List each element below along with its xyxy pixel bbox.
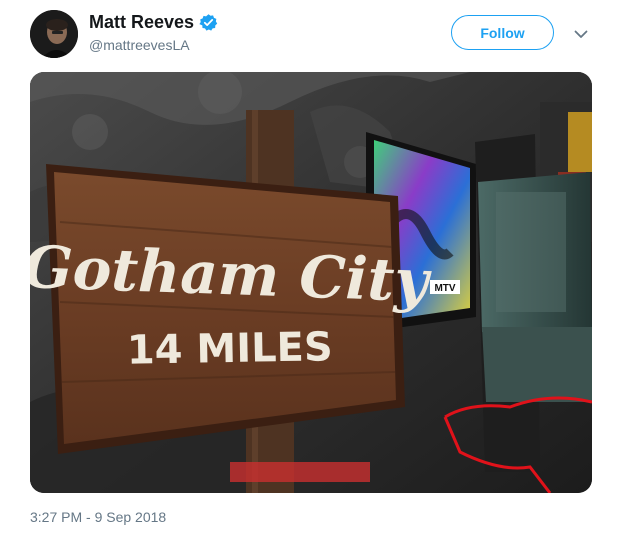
sign-title-text: Gotham City bbox=[30, 233, 434, 315]
tweet-photo[interactable]: MTV Gotham City 14 MILES bbox=[30, 72, 592, 493]
follow-button[interactable]: Follow bbox=[451, 15, 554, 50]
verified-badge-icon bbox=[199, 13, 218, 32]
name-row: Matt Reeves bbox=[89, 12, 218, 33]
tv-badge: MTV bbox=[434, 283, 455, 294]
display-name[interactable]: Matt Reeves bbox=[89, 12, 194, 33]
avatar-image bbox=[30, 10, 78, 58]
tweet-timestamp[interactable]: 3:27 PM - 9 Sep 2018 bbox=[30, 509, 166, 525]
sign-subtitle-text: 14 MILES bbox=[126, 324, 333, 374]
user-handle[interactable]: @mattreevesLA bbox=[89, 37, 190, 53]
chevron-down-icon[interactable] bbox=[573, 26, 589, 42]
avatar[interactable] bbox=[30, 10, 78, 58]
tweet-card: Matt Reeves @mattreevesLA Follow MTV Got… bbox=[0, 0, 618, 537]
